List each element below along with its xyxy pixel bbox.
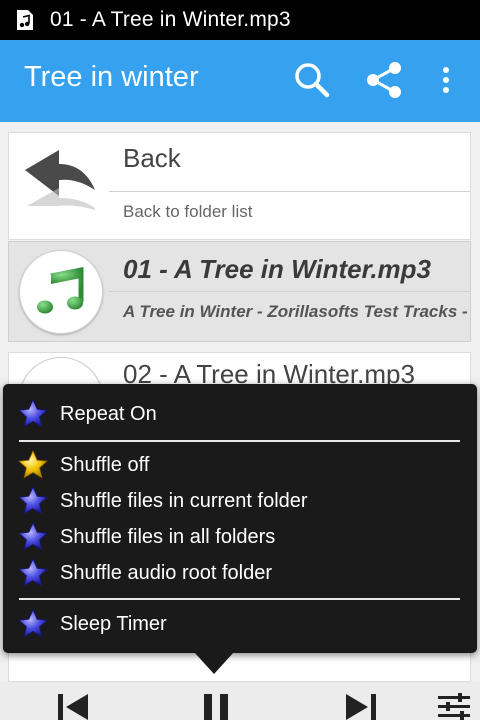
music-note-icon: [37, 266, 84, 314]
menu-item-label: Shuffle audio root folder: [60, 561, 273, 584]
blue-star-icon: [18, 486, 48, 515]
menu-item-label: Shuffle files in current folder: [60, 489, 308, 512]
list-item-track-01[interactable]: 01 - A Tree in Winter.mp3 A Tree in Wint…: [8, 241, 471, 342]
menu-pointer: [194, 652, 234, 674]
track-title: 01 - A Tree in Winter.mp3: [123, 254, 432, 284]
back-title: Back: [123, 143, 181, 173]
track-thumbnail: [19, 250, 103, 334]
menu-item-repeat[interactable]: Repeat On: [17, 396, 157, 432]
menu-item-shuffle-all-folders[interactable]: Shuffle files in all folders: [17, 519, 275, 555]
menu-item-shuffle-off[interactable]: Shuffle off: [17, 447, 149, 483]
list-item-back[interactable]: Back Back to folder list: [8, 132, 471, 240]
pause-icon[interactable]: [202, 692, 232, 720]
blue-star-icon: [18, 609, 48, 638]
blue-star-icon: [18, 522, 48, 551]
status-bar: 01 - A Tree in Winter.mp3: [0, 0, 480, 40]
menu-item-shuffle-root-folder[interactable]: Shuffle audio root folder: [17, 555, 272, 591]
previous-icon[interactable]: [56, 692, 92, 720]
share-button[interactable]: [362, 58, 406, 102]
overflow-menu-icon: [443, 67, 449, 93]
menu-divider: [19, 598, 460, 600]
playback-options-menu: Repeat On Shuffle off Shuffle files in c…: [3, 384, 477, 653]
back-subtitle: Back to folder list: [123, 202, 253, 221]
page-title: Tree in winter: [24, 61, 199, 93]
menu-item-sleep-timer[interactable]: Sleep Timer: [17, 606, 167, 642]
app-bar: Tree in winter: [0, 40, 480, 122]
menu-item-label: Repeat On: [60, 402, 157, 425]
back-arrow-icon: [25, 150, 95, 210]
divider: [109, 191, 470, 192]
music-file-icon: [17, 10, 33, 30]
status-title: 01 - A Tree in Winter.mp3: [50, 8, 291, 31]
playback-controls: [0, 682, 480, 720]
menu-divider: [19, 440, 460, 442]
share-icon: [367, 62, 401, 98]
equalizer-icon[interactable]: [436, 692, 472, 720]
blue-star-icon: [18, 558, 48, 587]
search-button[interactable]: [290, 58, 334, 102]
overflow-menu-button[interactable]: [424, 58, 468, 102]
divider: [109, 291, 470, 292]
menu-item-shuffle-current-folder[interactable]: Shuffle files in current folder: [17, 483, 308, 519]
menu-item-label: Shuffle files in all folders: [60, 525, 276, 548]
gold-star-icon: [18, 450, 48, 479]
menu-item-label: Sleep Timer: [60, 612, 167, 635]
next-icon[interactable]: [342, 692, 378, 720]
track-subtitle: A Tree in Winter - Zorillasofts Test Tra…: [123, 302, 468, 321]
search-icon: [295, 63, 330, 98]
menu-item-label: Shuffle off: [60, 453, 150, 476]
blue-star-icon: [18, 399, 48, 428]
